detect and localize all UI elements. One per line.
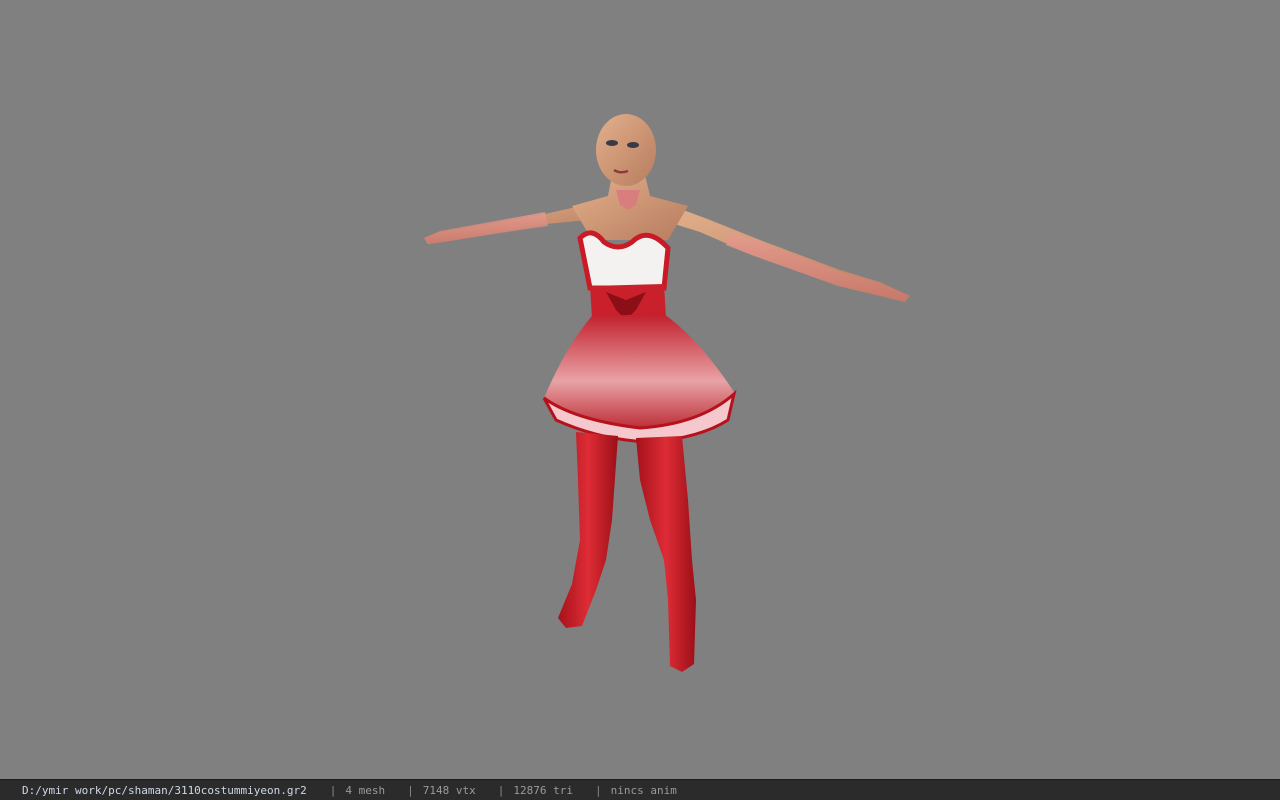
animation-status: nincs anim	[610, 783, 677, 797]
right-glove	[726, 232, 910, 302]
character-model[interactable]	[0, 0, 1280, 779]
triangle-count: 12876 tri	[513, 783, 573, 797]
separator: |	[497, 783, 505, 797]
vertex-count: 7148 vtx	[422, 783, 476, 797]
status-bar: D:/ymir work/pc/shaman/3110costummiyeon.…	[0, 779, 1280, 800]
head	[596, 114, 656, 186]
left-eye	[606, 140, 618, 146]
file-path: D:/ymir work/pc/shaman/3110costummiyeon.…	[22, 783, 307, 797]
right-boot	[636, 436, 696, 672]
separator: |	[329, 783, 337, 797]
mesh-count: 4 mesh	[345, 783, 386, 797]
left-glove	[424, 212, 548, 244]
bodice	[577, 230, 671, 291]
left-boot	[558, 432, 618, 628]
separator: |	[407, 783, 414, 797]
right-eye	[627, 142, 639, 148]
separator: |	[595, 783, 602, 797]
3d-viewport[interactable]	[0, 0, 1280, 779]
